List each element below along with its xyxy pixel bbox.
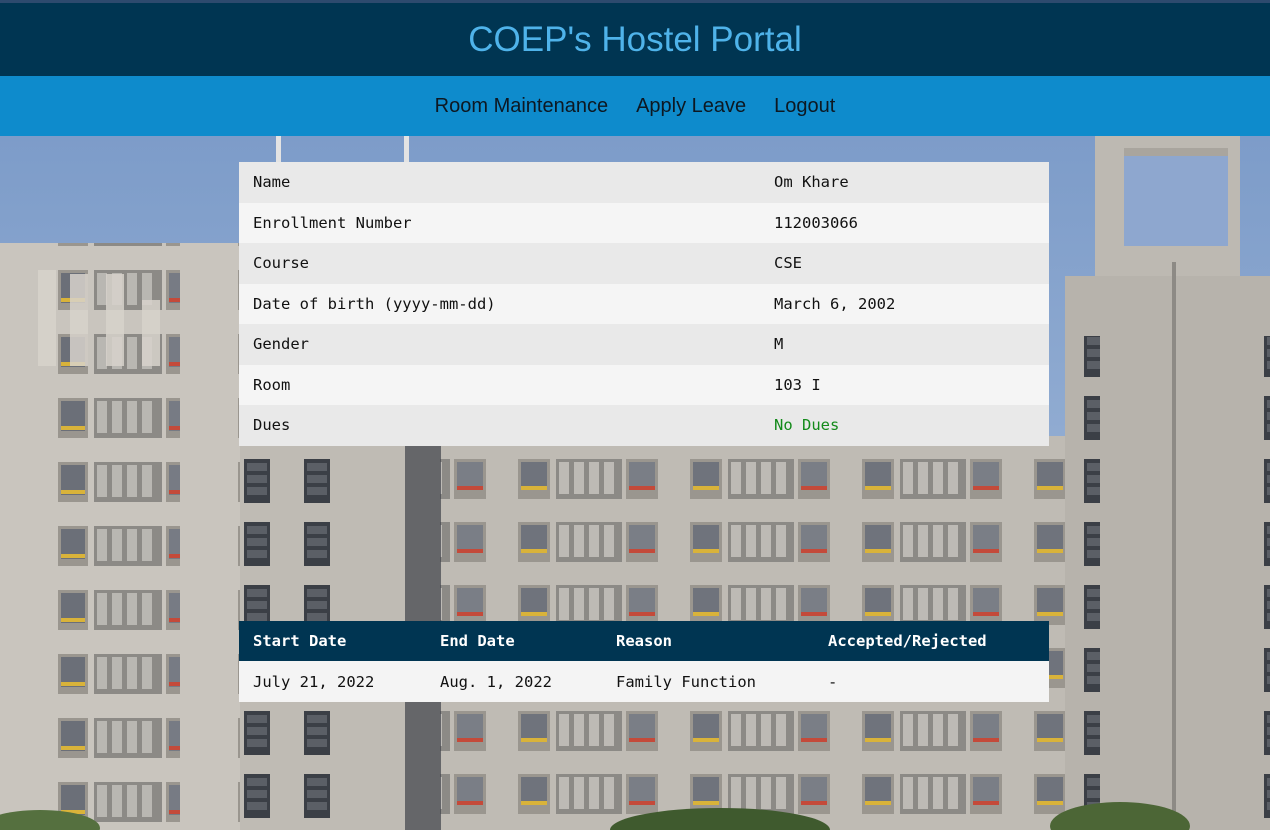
leave-table: Start Date End Date Reason Accepted/Reje…	[239, 621, 1049, 702]
portal-title: COEP's Hostel Portal	[468, 19, 802, 59]
table-row: Name Om Khare	[239, 162, 1049, 203]
page: COEP's Hostel Portal Room Maintenance Ap…	[0, 0, 1270, 830]
leave-table-header-row: Start Date End Date Reason Accepted/Reje…	[239, 621, 1049, 661]
table-row: Date of birth (yyyy-mm-dd) March 6, 2002	[239, 283, 1049, 324]
title-bar: COEP's Hostel Portal	[0, 3, 1270, 76]
navbar: Room Maintenance Apply Leave Logout	[0, 76, 1270, 136]
header-status: Accepted/Rejected	[814, 621, 1049, 661]
table-row: Gender M	[239, 324, 1049, 365]
gender-value: M	[774, 335, 784, 354]
header-end-date: End Date	[426, 621, 602, 661]
gender-label: Gender	[253, 335, 309, 354]
header-start-date: Start Date	[239, 621, 426, 661]
dob-value: March 6, 2002	[774, 294, 896, 313]
leave-start-date: July 21, 2022	[239, 661, 426, 702]
leave-end-date: Aug. 1, 2022	[426, 661, 602, 702]
table-row: Dues No Dues	[239, 405, 1049, 446]
header-reason: Reason	[602, 621, 814, 661]
leave-status: -	[814, 661, 1049, 702]
table-row: Enrollment Number 112003066	[239, 202, 1049, 243]
name-value: Om Khare	[774, 173, 849, 192]
nav-logout[interactable]: Logout	[774, 95, 835, 118]
leave-reason: Family Function	[602, 661, 814, 702]
course-label: Course	[253, 254, 309, 273]
room-label: Room	[253, 375, 291, 394]
room-value: 103 I	[774, 375, 821, 394]
course-value: CSE	[774, 254, 802, 273]
table-row: Course CSE	[239, 243, 1049, 284]
dues-label: Dues	[253, 416, 291, 435]
nav-room-maintenance[interactable]: Room Maintenance	[435, 95, 608, 118]
student-info-table: Name Om Khare Enrollment Number 11200306…	[239, 162, 1049, 446]
dob-label: Date of birth (yyyy-mm-dd)	[253, 294, 496, 313]
nav-apply-leave[interactable]: Apply Leave	[636, 95, 746, 118]
enrollment-value: 112003066	[774, 213, 858, 232]
table-row: July 21, 2022 Aug. 1, 2022 Family Functi…	[239, 661, 1049, 702]
name-label: Name	[253, 173, 291, 192]
enrollment-label: Enrollment Number	[253, 213, 412, 232]
dues-status: No Dues	[774, 416, 840, 435]
table-row: Room 103 I	[239, 364, 1049, 405]
